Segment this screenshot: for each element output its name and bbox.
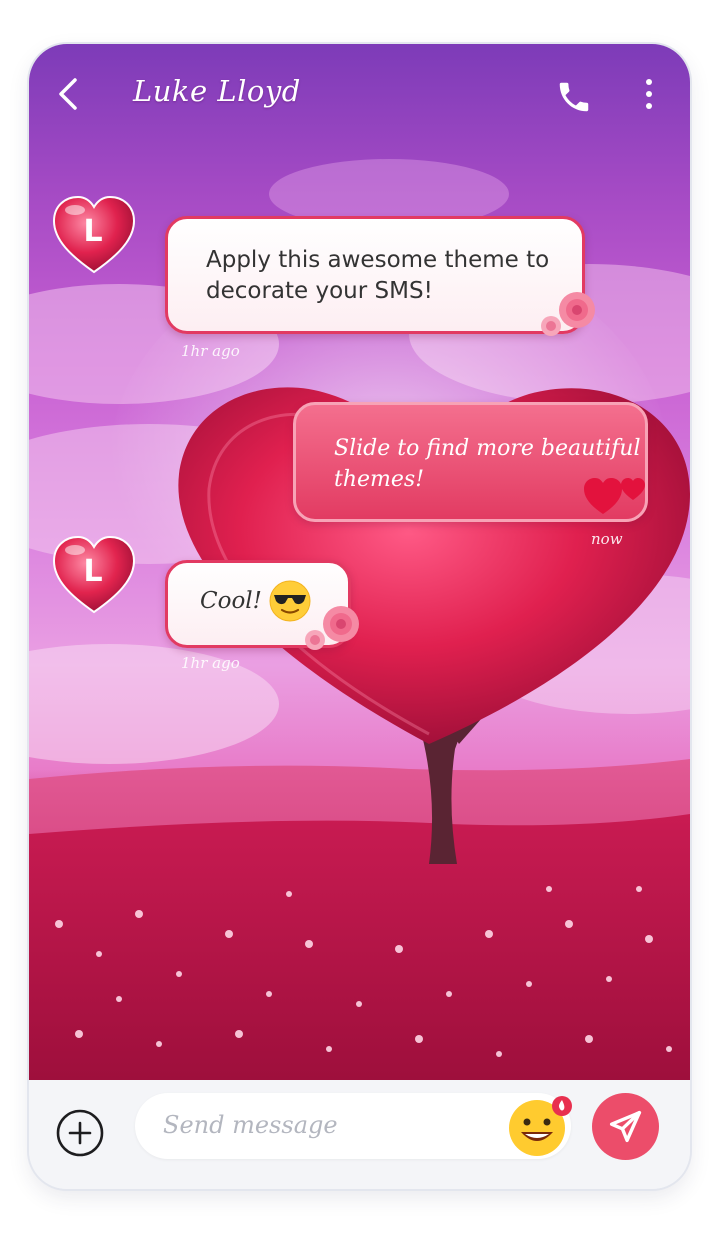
app-bar: Luke Lloyd [29, 44, 690, 144]
send-icon [609, 1110, 642, 1143]
chevron-left-icon [59, 78, 77, 110]
rose-decoration-icon [305, 606, 359, 650]
contact-avatar[interactable]: L [51, 194, 143, 278]
plus-circle-icon [56, 1109, 104, 1157]
smiley-emoji-icon [509, 1096, 572, 1156]
rose-decoration-icon [541, 292, 595, 336]
contact-name[interactable]: Luke Lloyd [133, 74, 301, 108]
phone-icon [559, 82, 589, 112]
message-line: Slide to find more beautiful [334, 436, 641, 461]
hearts-decoration-icon [584, 478, 645, 514]
avatar-letter: L [83, 214, 103, 249]
emoji-button[interactable] [507, 1094, 575, 1160]
message-line: Apply this awesome theme to [206, 247, 550, 273]
message-timestamp: 1hr ago [181, 342, 240, 360]
add-attachment-button[interactable] [55, 1108, 105, 1158]
message-line: decorate your SMS! [206, 278, 433, 304]
avatar-letter: L [83, 554, 103, 589]
message-bubble-incoming[interactable]: Apply this awesome theme to decorate you… [165, 216, 585, 334]
message-input-placeholder: Send message [163, 1111, 338, 1139]
back-button[interactable] [51, 76, 87, 112]
phone-frame: Luke Lloyd L Apply this awesome theme to… [29, 44, 690, 1189]
message-text: Apply this awesome theme to decorate you… [206, 245, 549, 307]
more-vertical-icon [646, 79, 652, 109]
send-button[interactable] [592, 1093, 659, 1160]
message-timestamp: 1hr ago [181, 654, 240, 672]
call-button[interactable] [555, 78, 593, 116]
contact-avatar[interactable]: L [51, 534, 143, 618]
theme-background: Luke Lloyd L Apply this awesome theme to… [29, 44, 690, 1080]
more-options-button[interactable] [637, 76, 661, 116]
message-text: Cool! [200, 588, 262, 614]
message-timestamp: now [591, 530, 623, 548]
